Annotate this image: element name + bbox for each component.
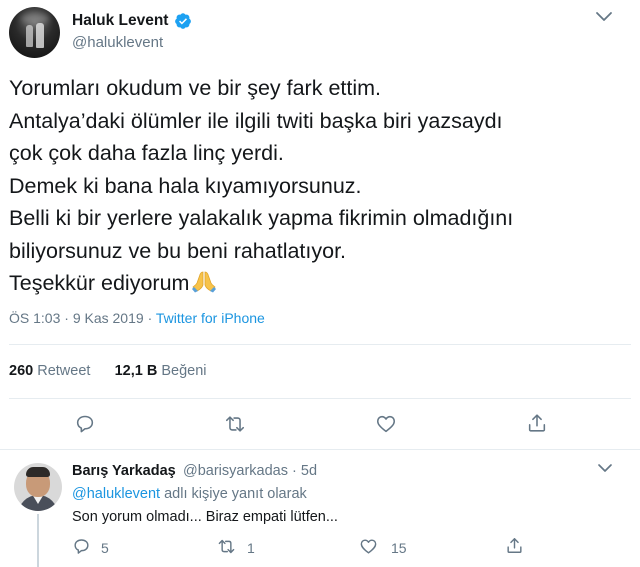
replying-to-suffix: adlı kişiye yanıt olarak <box>164 486 307 502</box>
retweet-icon[interactable] <box>217 537 236 556</box>
heart-icon[interactable] <box>359 537 378 556</box>
chevron-down-icon[interactable] <box>597 462 613 475</box>
tweet-text-line: Belli ki bir yerlere yalakalık yapma fik… <box>9 206 514 230</box>
tweet-text-line: Demek ki bana hala kıyamıyorsunuz. <box>9 173 362 198</box>
like-count: 12,1 B <box>114 363 158 379</box>
reply-bubble-icon[interactable] <box>74 413 96 435</box>
reply-author-handle[interactable]: @barisyarkadas <box>183 463 288 479</box>
author-name[interactable]: Haluk Levent <box>72 12 168 30</box>
share-icon[interactable] <box>526 412 548 434</box>
tweet-text-line: Antalya’daki ölümler ile ilgili twiti ba… <box>9 108 503 133</box>
replying-to: @haluklevent adlı kişiye yanıt olarak <box>72 486 307 502</box>
divider <box>0 449 640 450</box>
tweet-date[interactable]: 9 Kas 2019 <box>73 310 144 326</box>
reply-author-avatar[interactable] <box>14 463 62 511</box>
meta-separator: · <box>64 310 69 326</box>
author-handle[interactable]: @haluklevent <box>72 34 163 51</box>
heart-icon[interactable] <box>375 413 397 435</box>
tweet-stats: 260 Retweet 12,1 B Beğeni <box>9 363 207 379</box>
reply-author-meta: @barisyarkadas · 5d <box>183 463 317 479</box>
tweet-text-line: çok çok daha fazla linç yerdi. <box>9 141 284 165</box>
tweet-text: Yorumları okudum ve bir şey fark ettim. … <box>9 72 629 300</box>
share-icon[interactable] <box>505 536 524 555</box>
reply-bubble-icon[interactable] <box>72 537 91 556</box>
reply-reply-count: 5 <box>101 540 109 556</box>
divider <box>9 398 631 399</box>
retweet-icon[interactable] <box>224 413 246 435</box>
chevron-down-icon[interactable] <box>595 10 613 24</box>
reply-retweet-count: 1 <box>247 540 255 556</box>
retweet-count: 260 <box>9 363 34 379</box>
tweet-timestamp: ÖS 1:03 · 9 Kas 2019 · Twitter for iPhon… <box>9 310 265 326</box>
meta-separator: · <box>147 310 153 326</box>
verified-badge-icon <box>175 13 191 29</box>
author-avatar[interactable] <box>9 7 60 58</box>
tweet-text-line: Teşekkür ediyorum <box>9 271 190 295</box>
thread-line <box>37 514 39 567</box>
folded-hands-icon <box>192 271 217 293</box>
tweet-time[interactable]: ÖS 1:03 <box>9 310 60 326</box>
tweet-text-line-last: Teşekkür ediyorum <box>9 267 629 300</box>
replying-to-handle[interactable]: @haluklevent <box>72 486 160 502</box>
reply-age[interactable]: 5d <box>301 463 317 479</box>
like-stat[interactable]: 12,1 B Beğeni <box>115 363 207 379</box>
like-label: Beğeni <box>161 363 207 379</box>
reply-text: Son yorum olmadı... Biraz empati lütfen.… <box>72 509 338 525</box>
reply-like-count: 15 <box>391 540 407 556</box>
tweet-text-line: Yorumları okudum ve bir şey fark ettim. <box>9 76 382 100</box>
reply-author-name[interactable]: Barış Yarkadaş <box>72 463 176 479</box>
retweet-label: Retweet <box>37 363 91 379</box>
meta-separator: · <box>292 463 297 479</box>
retweet-stat[interactable]: 260 Retweet <box>9 363 90 379</box>
tweet-source-link[interactable]: Twitter for iPhone <box>156 310 265 326</box>
divider <box>9 344 631 345</box>
tweet-text-line: biliyorsunuz ve bu beni rahatlatıyor. <box>9 238 347 263</box>
